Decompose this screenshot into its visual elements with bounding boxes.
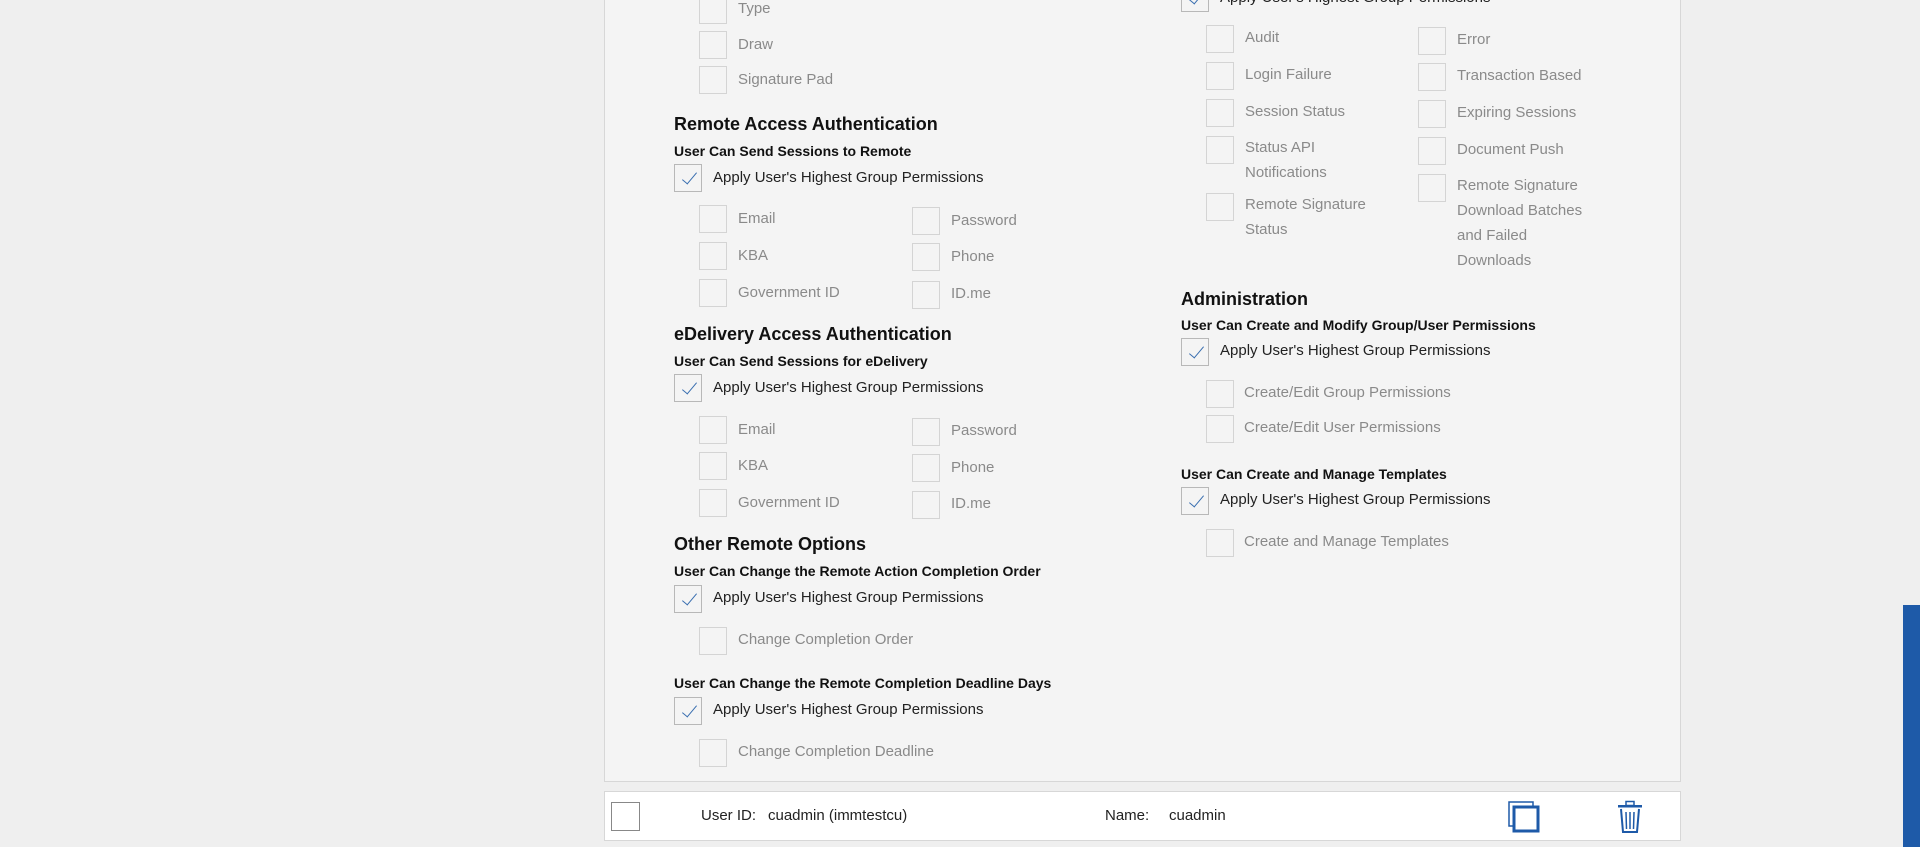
row-select-checkbox[interactable] [611,802,640,831]
edelivery-government-id-checkbox[interactable] [699,489,727,517]
remote-email-checkbox[interactable] [699,205,727,233]
scrollbar-thumb[interactable] [1903,605,1920,847]
admin-permissions-apply-checkbox[interactable] [1181,338,1209,366]
copy-icon[interactable] [1507,800,1541,834]
remote-idme-label: ID.me [951,285,992,302]
remote-password-label: Password [951,212,1017,229]
completion-deadline-subtitle: User Can Change the Remote Completion De… [674,675,1052,691]
edelivery-email-label: Email [738,421,776,438]
user-id-label: User ID: [701,807,757,824]
edelivery-idme-checkbox[interactable] [912,491,940,519]
user-row: User ID: cuadmin (immtestcu) Name: cuadm… [604,791,1681,841]
change-completion-deadline-checkbox[interactable] [699,739,727,767]
notify-expiring-sessions-label: Expiring Sessions [1457,104,1577,121]
notify-error-label: Error [1457,31,1491,48]
remote-access-subtitle: User Can Send Sessions to Remote [674,143,912,159]
notify-document-push-checkbox[interactable] [1418,137,1446,165]
remote-phone-label: Phone [951,248,995,265]
notify-login-failure-checkbox[interactable] [1206,62,1234,90]
completion-deadline-apply-label: Apply User's Highest Group Permissions [713,701,984,718]
name-label: Name: [1105,807,1150,824]
create-edit-group-permissions-label: Create/Edit Group Permissions [1244,384,1451,401]
edelivery-apply-label: Apply User's Highest Group Permissions [713,379,984,396]
completion-deadline-apply-checkbox[interactable] [674,697,702,725]
trash-icon[interactable] [1615,800,1645,834]
admin-permissions-apply-label: Apply User's Highest Group Permissions [1220,342,1491,359]
completion-order-apply-label: Apply User's Highest Group Permissions [713,589,984,606]
notify-remote-signature-download-checkbox[interactable] [1418,174,1446,202]
option-type-label: Type [738,0,771,17]
create-edit-user-permissions-checkbox[interactable] [1206,415,1234,443]
edelivery-password-checkbox[interactable] [912,418,940,446]
edelivery-title: eDelivery Access Authentication [674,324,952,344]
edelivery-idme-label: ID.me [951,495,992,512]
remote-idme-checkbox[interactable] [912,281,940,309]
notify-session-status-label: Session Status [1245,103,1346,120]
create-edit-group-permissions-checkbox[interactable] [1206,380,1234,408]
create-manage-templates-checkbox[interactable] [1206,529,1234,557]
remote-kba-label: KBA [738,247,769,264]
edelivery-phone-checkbox[interactable] [912,454,940,482]
notifications-apply-label: Apply User's Highest Group Permissions [1220,0,1490,10]
admin-permissions-subtitle: User Can Create and Modify Group/User Pe… [1181,317,1536,333]
edelivery-kba-label: KBA [738,457,769,474]
checkbox-draw[interactable] [699,31,727,59]
completion-order-subtitle: User Can Change the Remote Action Comple… [674,563,1041,579]
edelivery-password-label: Password [951,422,1017,439]
notify-transaction-based-checkbox[interactable] [1418,63,1446,91]
edelivery-kba-checkbox[interactable] [699,452,727,480]
notify-transaction-based-label: Transaction Based [1457,67,1582,84]
remote-access-title: Remote Access Authentication [674,114,938,134]
notifications-apply-checkbox[interactable] [1181,0,1209,12]
administration-title: Administration [1181,289,1309,309]
notify-session-status-checkbox[interactable] [1206,99,1234,127]
templates-subtitle: User Can Create and Manage Templates [1181,466,1447,482]
notify-audit-checkbox[interactable] [1206,25,1234,53]
completion-order-apply-checkbox[interactable] [674,585,702,613]
notify-remote-signature-status-label: Remote Signature Status [1245,196,1366,238]
create-manage-templates-label: Create and Manage Templates [1244,533,1449,550]
remote-access-apply-label: Apply User's Highest Group Permissions [713,169,984,186]
remote-phone-checkbox[interactable] [912,243,940,271]
remote-password-checkbox[interactable] [912,207,940,235]
notify-status-api-label: Status API Notifications [1245,139,1327,181]
notify-document-push-label: Document Push [1457,141,1564,158]
edelivery-phone-label: Phone [951,459,995,476]
remote-government-id-label: Government ID [738,284,840,301]
notify-error-checkbox[interactable] [1418,27,1446,55]
edelivery-subtitle: User Can Send Sessions for eDelivery [674,353,928,369]
notify-remote-signature-download-label: Remote Signature Download Batches and Fa… [1457,177,1583,269]
remote-government-id-checkbox[interactable] [699,279,727,307]
change-completion-order-label: Change Completion Order [738,631,914,648]
templates-apply-checkbox[interactable] [1181,487,1209,515]
option-signature-pad-label: Signature Pad [738,71,834,88]
change-completion-order-checkbox[interactable] [699,627,727,655]
notify-audit-label: Audit [1245,29,1280,46]
edelivery-email-checkbox[interactable] [699,416,727,444]
notify-login-failure-label: Login Failure [1245,66,1332,83]
change-completion-deadline-label: Change Completion Deadline [738,743,934,760]
create-edit-user-permissions-label: Create/Edit User Permissions [1244,419,1441,436]
remote-access-apply-checkbox[interactable] [674,164,702,192]
edelivery-apply-checkbox[interactable] [674,374,702,402]
remote-email-label: Email [738,210,776,227]
remote-kba-checkbox[interactable] [699,242,727,270]
other-remote-title: Other Remote Options [674,534,867,554]
option-draw-label: Draw [738,36,774,53]
user-id-value: cuadmin (immtestcu) [768,807,908,824]
notify-remote-signature-status-checkbox[interactable] [1206,193,1234,221]
edelivery-government-id-label: Government ID [738,494,840,511]
checkbox-signature-pad[interactable] [699,66,727,94]
templates-apply-label: Apply User's Highest Group Permissions [1220,491,1491,508]
notify-expiring-sessions-checkbox[interactable] [1418,100,1446,128]
name-value: cuadmin [1169,807,1226,824]
notify-status-api-checkbox[interactable] [1206,136,1234,164]
checkbox-type[interactable] [699,0,727,24]
